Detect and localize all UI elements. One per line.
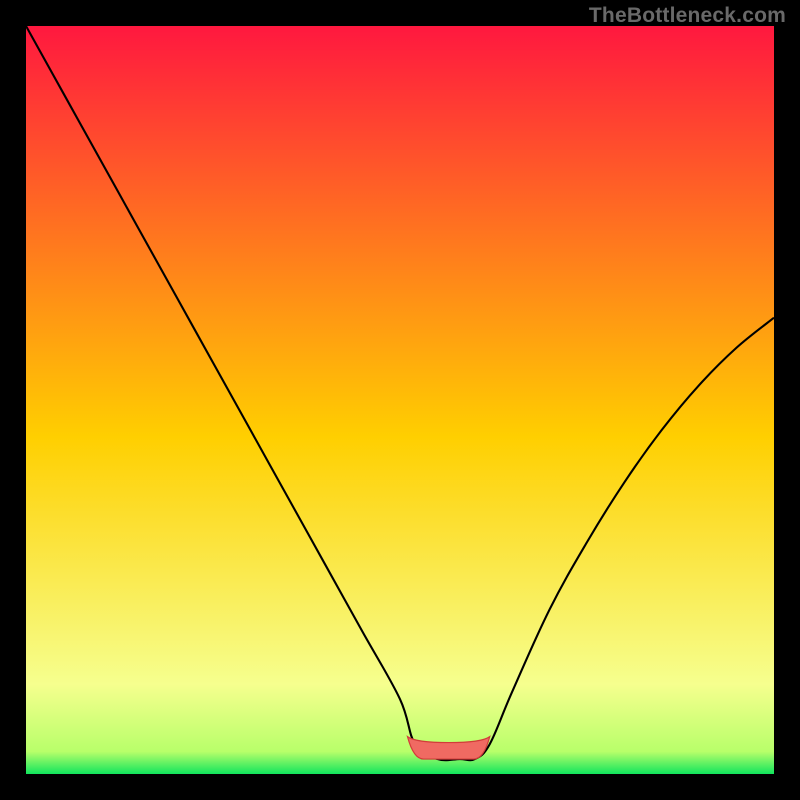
chart-plot-area <box>26 26 774 774</box>
chart-svg <box>26 26 774 774</box>
watermark-text: TheBottleneck.com <box>589 4 786 28</box>
